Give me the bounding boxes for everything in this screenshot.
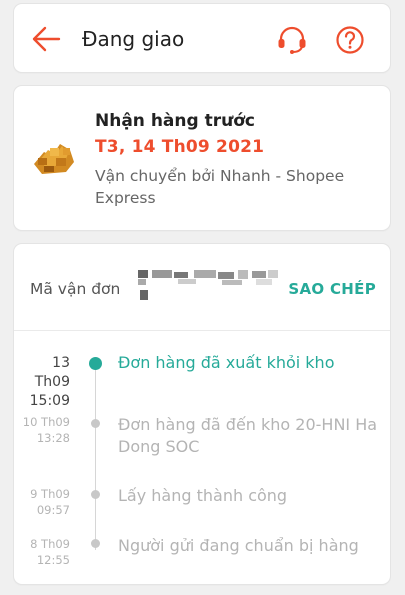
event-timestamp: 8 Th09 12:55 [30,536,70,568]
event-day: 10 Th09 [22,415,70,429]
event-day: 13 [52,355,70,371]
back-arrow-icon [32,26,61,52]
delivery-card: Nhận hàng trước T3, 14 Th09 2021 Vận chu… [14,86,390,230]
event-timestamp: 10 Th09 13:28 [23,414,70,446]
tracking-card: Mã vận đơn SAO CHÉP 13 Th09 15:09 Đơn hà… [14,244,390,584]
event-time: 12:55 [36,553,70,567]
copy-button[interactable]: SAO CHÉP [288,280,376,298]
event-description: Lấy hàng thành công [118,486,288,505]
timeline-dot-active [89,357,102,370]
timeline-dot [91,539,100,548]
delivery-heading: Nhận hàng trước [95,111,255,131]
timeline-line [95,366,96,550]
delivery-date: T3, 14 Th09 2021 [95,137,265,157]
carrier-text: Vận chuyển bởi Nhanh - Shopee Express [95,167,345,207]
event-time: 15:09 [29,393,70,409]
tracking-number-row: Mã vận đơn SAO CHÉP [14,244,390,331]
help-button[interactable] [335,25,365,55]
event-day: 9 Th09 [30,487,70,501]
timeline-dot [91,490,100,499]
event-timestamp: 9 Th09 09:57 [30,486,70,518]
tracking-number-redacted [138,266,280,308]
tracking-number-label: Mã vận đơn [30,280,121,298]
help-circle-icon [336,26,364,54]
support-button[interactable] [276,25,308,55]
event-month: Th09 [34,374,70,390]
page-title: Đang giao [82,27,185,51]
top-bar: Đang giao [14,4,390,72]
event-day: 8 Th09 [30,537,70,551]
event-description: Người gửi đang chuẩn bị hàng [118,536,359,555]
event-time: 09:57 [36,503,70,517]
event-description: Đơn hàng đã xuất khỏi kho [118,353,335,372]
event-time: 13:28 [36,431,70,445]
back-button[interactable] [31,26,61,52]
event-timestamp: 13 Th09 15:09 [30,354,70,411]
event-description: Đơn hàng đã đến kho 20-HNI Ha Dong SOC [118,415,378,456]
headset-icon [278,26,306,54]
timeline-dot [91,419,100,428]
product-thumbnail [30,134,76,176]
